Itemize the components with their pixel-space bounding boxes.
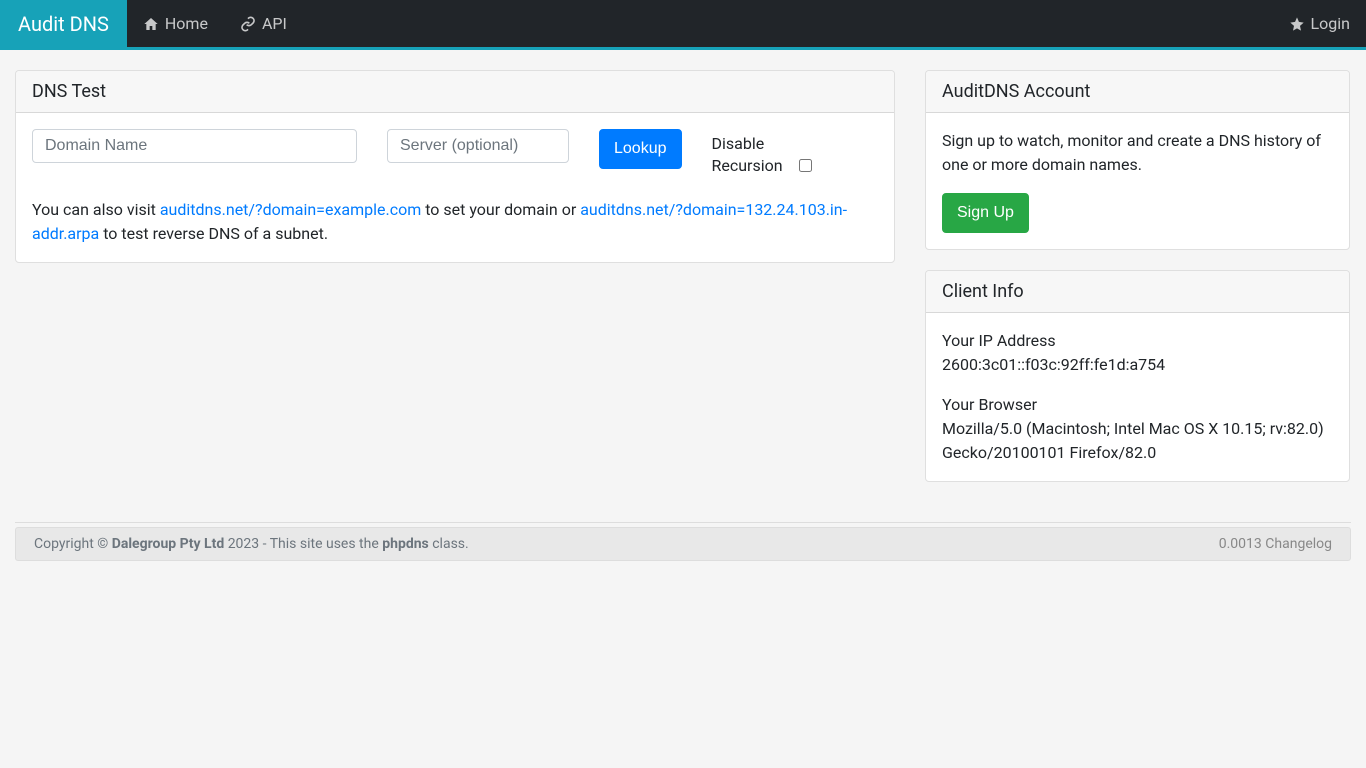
star-icon	[1289, 16, 1305, 32]
clientinfo-body: Your IP Address 2600:3c01::f03c:92ff:fe1…	[926, 313, 1349, 481]
side-column: AuditDNS Account Sign up to watch, monit…	[925, 70, 1350, 502]
nav-api-label: API	[262, 14, 287, 33]
help-suffix: to test reverse DNS of a subnet.	[99, 224, 328, 243]
browser-block: Your Browser Mozilla/5.0 (Macintosh; Int…	[942, 393, 1333, 465]
disable-recursion-checkbox[interactable]	[799, 159, 812, 172]
footer-timing: 0.0013	[1219, 536, 1262, 552]
lookup-button[interactable]: Lookup	[599, 129, 682, 169]
navbar: Audit DNS Home API Login	[0, 0, 1366, 50]
main-container: DNS Test Lookup Disable Recursion	[0, 50, 1366, 522]
nav-login-label: Login	[1311, 14, 1350, 33]
account-card: AuditDNS Account Sign up to watch, monit…	[925, 70, 1350, 250]
footer-right: 0.0013 Changelog	[1219, 536, 1332, 552]
account-desc: Sign up to watch, monitor and create a D…	[942, 129, 1333, 177]
footer-class-suffix: class.	[429, 536, 469, 552]
dns-test-card: DNS Test Lookup Disable Recursion	[15, 70, 895, 263]
dns-form-row: Lookup Disable Recursion	[32, 129, 878, 178]
dns-test-body: Lookup Disable Recursion You can also vi…	[16, 113, 894, 262]
home-icon	[143, 16, 159, 32]
dns-test-title: DNS Test	[16, 71, 894, 113]
nav-api[interactable]: API	[224, 0, 303, 47]
nav-right: Login	[1273, 0, 1366, 47]
nav-home-label: Home	[165, 14, 208, 33]
link-icon	[240, 16, 256, 32]
footer: Copyright © Dalegroup Pty Ltd 2023 - Thi…	[15, 527, 1351, 561]
footer-wrap: Copyright © Dalegroup Pty Ltd 2023 - Thi…	[15, 522, 1351, 561]
nav-left: Home API	[127, 0, 303, 47]
brand-link[interactable]: Audit DNS	[0, 0, 127, 47]
signup-button[interactable]: Sign Up	[942, 193, 1029, 233]
clientinfo-card: Client Info Your IP Address 2600:3c01::f…	[925, 270, 1350, 482]
nav-login[interactable]: Login	[1273, 0, 1366, 47]
ip-block: Your IP Address 2600:3c01::f03c:92ff:fe1…	[942, 329, 1333, 377]
ip-label: Your IP Address	[942, 329, 1333, 353]
dns-help-text: You can also visit auditdns.net/?domain=…	[32, 198, 878, 246]
help-link-domain[interactable]: auditdns.net/?domain=example.com	[160, 200, 421, 219]
server-input[interactable]	[387, 129, 569, 163]
copyright-icon: ©	[97, 536, 108, 552]
browser-label: Your Browser	[942, 393, 1333, 417]
help-mid: to set your domain or	[421, 200, 580, 219]
ip-value: 2600:3c01::f03c:92ff:fe1d:a754	[942, 353, 1333, 377]
footer-changelog-link[interactable]: Changelog	[1265, 536, 1332, 552]
account-title: AuditDNS Account	[926, 71, 1349, 113]
browser-value: Mozilla/5.0 (Macintosh; Intel Mac OS X 1…	[942, 417, 1333, 465]
copyright-prefix: Copyright	[34, 536, 97, 552]
footer-year: 2023 - This site uses the	[224, 536, 382, 552]
clientinfo-title: Client Info	[926, 271, 1349, 313]
main-column: DNS Test Lookup Disable Recursion	[15, 70, 895, 502]
domain-input[interactable]	[32, 129, 357, 163]
footer-company: Dalegroup Pty Ltd	[112, 536, 224, 552]
account-body: Sign up to watch, monitor and create a D…	[926, 113, 1349, 249]
footer-phpdns: phpdns	[382, 536, 429, 552]
disable-recursion-label: Disable Recursion	[712, 133, 793, 178]
nav-home[interactable]: Home	[127, 0, 224, 47]
help-prefix: You can also visit	[32, 200, 160, 219]
footer-left: Copyright © Dalegroup Pty Ltd 2023 - Thi…	[34, 536, 469, 552]
